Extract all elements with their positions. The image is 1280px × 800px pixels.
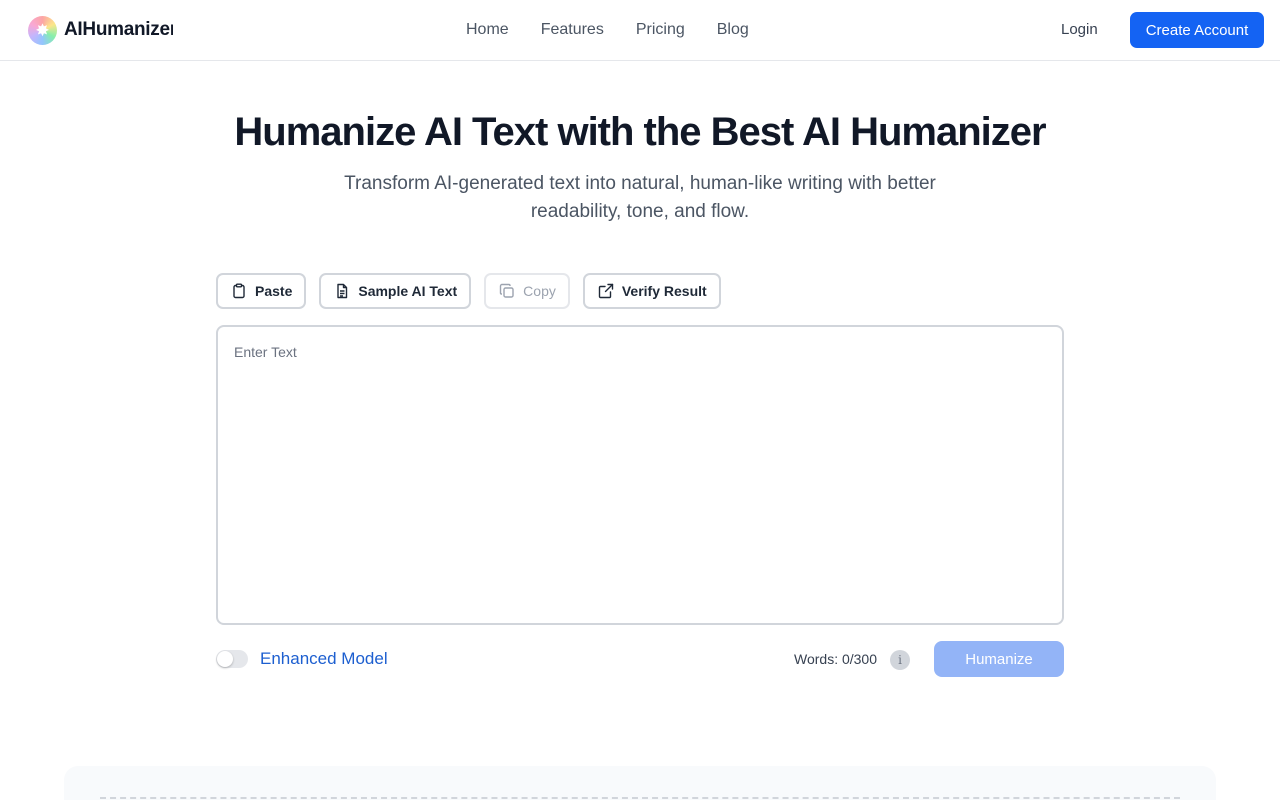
external-link-icon [598, 283, 614, 299]
info-icon[interactable]: i [890, 650, 910, 670]
toggle-knob [217, 651, 233, 667]
verify-result-label: Verify Result [621, 283, 707, 299]
login-link[interactable]: Login [1061, 21, 1098, 39]
top-navbar: ✸ AIHumanizer Home Features Pricing Blog… [0, 0, 1280, 61]
word-count: Words: 0/300 [794, 651, 878, 667]
editor-toolbar: Paste Sample AI Text Copy Verify Result [216, 273, 721, 309]
verify-result-button[interactable]: Verify Result [582, 273, 721, 309]
copy-button[interactable]: Copy [484, 273, 570, 309]
enhanced-model-toggle[interactable] [216, 650, 248, 668]
create-account-button[interactable]: Create Account [1130, 12, 1264, 48]
results-section [64, 766, 1216, 800]
sample-ai-text-label: Sample AI Text [358, 283, 458, 299]
main-nav: Home Features Pricing Blog [466, 20, 749, 40]
paste-label: Paste [255, 283, 293, 299]
copy-icon [499, 283, 514, 298]
nav-link-features[interactable]: Features [541, 20, 604, 40]
page-title: Humanize AI Text with the Best AI Humani… [234, 110, 1046, 154]
enhanced-model-label[interactable]: Enhanced Model [260, 649, 388, 669]
nav-link-pricing[interactable]: Pricing [636, 20, 685, 40]
nav-link-home[interactable]: Home [466, 20, 509, 40]
humanize-button[interactable]: Humanize [934, 641, 1064, 677]
sample-ai-text-button[interactable]: Sample AI Text [319, 273, 472, 309]
document-icon [337, 283, 348, 299]
dashed-divider [100, 797, 1180, 799]
text-editor [216, 325, 1064, 625]
paste-button[interactable]: Paste [216, 273, 307, 309]
text-input[interactable] [218, 327, 1062, 623]
brand-link[interactable]: ✸ AIHumanizer [28, 15, 173, 45]
nav-link-blog[interactable]: Blog [717, 20, 749, 40]
clipboard-icon [233, 283, 245, 299]
page-subtitle: Transform AI-generated text into natural… [344, 173, 936, 222]
sparkle-logo-icon: ✸ [28, 15, 57, 45]
brand-name: AIHumanizer [64, 19, 173, 40]
copy-label: Copy [523, 283, 556, 299]
